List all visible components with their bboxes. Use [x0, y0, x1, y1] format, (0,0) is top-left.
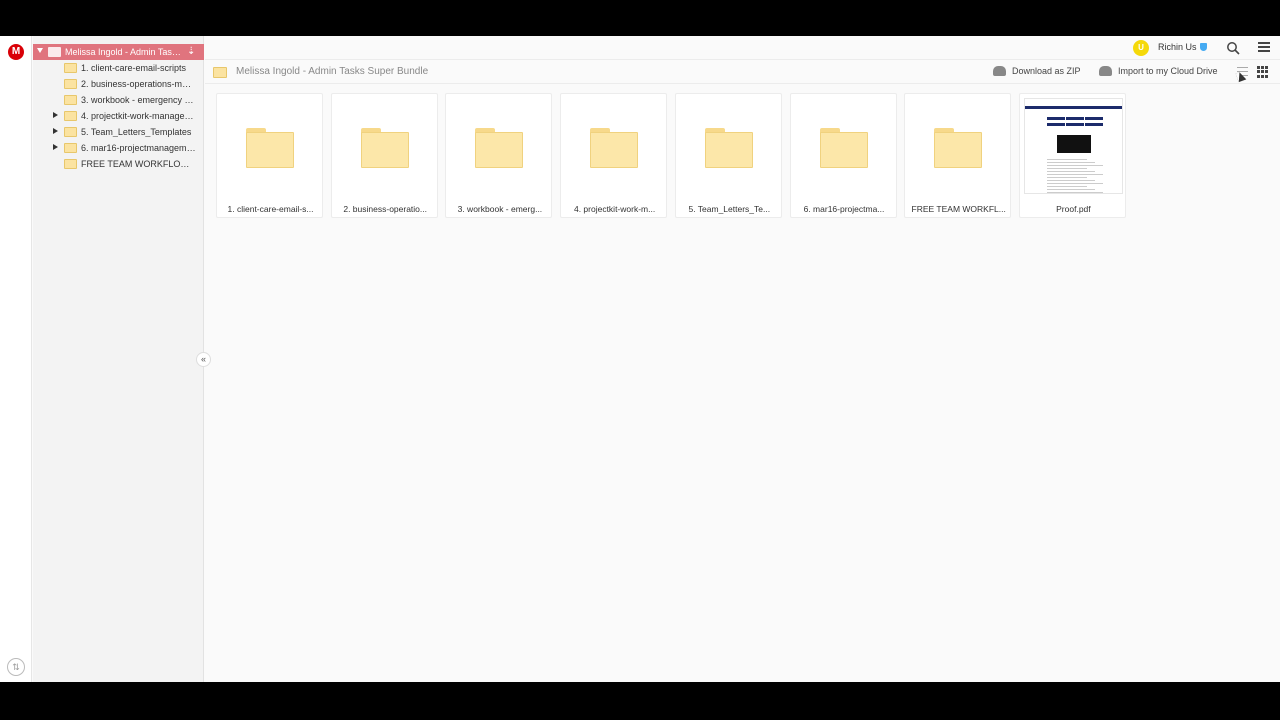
- tree-item-label: 2. business-operations-management: [81, 79, 196, 89]
- folder-tree: Melissa Ingold - Admin Tasks Super Bundl…: [33, 36, 204, 682]
- tree-item-label: 4. projectkit-work-management: [81, 111, 196, 121]
- folder-icon: [64, 127, 77, 137]
- folder-tile[interactable]: FREE TEAM WORKFL...: [904, 93, 1012, 218]
- breadcrumb[interactable]: Melissa Ingold - Admin Tasks Super Bundl…: [236, 66, 428, 77]
- tree-item-label: 3. workbook - emergency d...: [81, 95, 196, 105]
- tree-item[interactable]: 6. mar16-projectmanagement: [33, 140, 204, 156]
- caret-right-icon[interactable]: [53, 128, 58, 134]
- app-viewport: M ⇅ Melissa Ingold - Admin Tasks Super B…: [0, 36, 1280, 682]
- tree-item[interactable]: 1. client-care-email-scripts: [33, 60, 204, 76]
- sort-icon[interactable]: ⇣: [187, 46, 195, 57]
- folder-tile[interactable]: 5. Team_Letters_Te...: [674, 93, 782, 218]
- hamburger-menu-icon[interactable]: [1258, 42, 1270, 52]
- breadcrumb-bar: Melissa Ingold - Admin Tasks Super Bundl…: [205, 60, 1280, 84]
- folder-icon: [64, 79, 77, 89]
- grid-view-icon[interactable]: [1257, 66, 1269, 78]
- file-name: 6. mar16-projectma...: [803, 204, 885, 214]
- folder-icon: [819, 128, 868, 168]
- file-grid: 1. client-care-email-s... 2. business-ope…: [216, 93, 1276, 223]
- transfer-status-icon[interactable]: ⇅: [7, 658, 25, 676]
- tree-item-label: FREE TEAM WORKFLOWS T...: [81, 159, 196, 169]
- file-name: 3. workbook - emerg...: [457, 204, 543, 214]
- tree-root-label: Melissa Ingold - Admin Tasks Super Bundl…: [65, 47, 183, 57]
- folder-icon: [934, 128, 983, 168]
- tree-item[interactable]: FREE TEAM WORKFLOWS T...: [33, 156, 204, 172]
- file-name: 2. business-operatio...: [343, 204, 427, 214]
- folder-tile[interactable]: 4. projectkit-work-m...: [560, 93, 668, 218]
- folder-tile[interactable]: 2. business-operatio...: [330, 93, 438, 218]
- shield-icon: [1200, 43, 1207, 51]
- top-bar: U Richin Us: [205, 36, 1280, 60]
- folder-icon: [246, 128, 294, 168]
- folder-icon: [360, 128, 409, 168]
- caret-right-icon[interactable]: [53, 144, 58, 150]
- mega-logo-icon[interactable]: M: [8, 44, 24, 60]
- folder-icon: [64, 63, 77, 73]
- file-name: 5. Team_Letters_Te...: [688, 204, 771, 214]
- search-icon[interactable]: [1226, 41, 1240, 55]
- tree-root-folder[interactable]: Melissa Ingold - Admin Tasks Super Bundl…: [33, 44, 204, 60]
- folder-tile[interactable]: 6. mar16-projectma...: [789, 93, 897, 218]
- folder-icon: [48, 47, 61, 57]
- folder-icon: [64, 143, 77, 153]
- user-name[interactable]: Richin Us: [1158, 42, 1197, 52]
- tree-item[interactable]: 2. business-operations-management: [33, 76, 204, 92]
- folder-icon: [475, 128, 524, 168]
- tree-item[interactable]: 5. Team_Letters_Templates: [33, 124, 204, 140]
- caret-right-icon[interactable]: [53, 112, 58, 118]
- file-tile[interactable]: Proof.pdf: [1018, 93, 1126, 218]
- tree-item[interactable]: 4. projectkit-work-management: [33, 108, 204, 124]
- folder-icon: [213, 67, 227, 78]
- download-zip-button[interactable]: Download as ZIP: [1012, 66, 1081, 76]
- folder-icon: [64, 111, 77, 121]
- import-cloud-drive-button[interactable]: Import to my Cloud Drive: [1118, 66, 1218, 76]
- left-rail: M ⇅: [0, 36, 32, 682]
- tree-item-label: 5. Team_Letters_Templates: [81, 127, 192, 137]
- avatar[interactable]: U: [1133, 40, 1149, 56]
- pdf-thumbnail: [1023, 98, 1123, 194]
- cloud-import-icon[interactable]: [1099, 66, 1112, 76]
- folder-icon: [590, 128, 639, 168]
- folder-icon: [64, 159, 77, 169]
- file-name: 4. projectkit-work-m...: [573, 204, 656, 214]
- tree-item[interactable]: 3. workbook - emergency d...: [33, 92, 204, 108]
- file-name: 1. client-care-email-s...: [227, 204, 314, 214]
- tree-item-label: 6. mar16-projectmanagement: [81, 143, 196, 153]
- folder-tile[interactable]: 1. client-care-email-s...: [216, 93, 323, 218]
- cloud-download-icon[interactable]: [993, 66, 1006, 76]
- folder-tile[interactable]: 3. workbook - emerg...: [445, 93, 553, 218]
- folder-icon: [704, 128, 753, 168]
- file-name: Proof.pdf: [1056, 204, 1091, 214]
- tree-item-label: 1. client-care-email-scripts: [81, 63, 187, 73]
- caret-down-icon[interactable]: [37, 48, 43, 53]
- collapse-sidebar-button[interactable]: «: [196, 352, 211, 367]
- file-name: FREE TEAM WORKFL...: [911, 204, 1006, 214]
- folder-icon: [64, 95, 77, 105]
